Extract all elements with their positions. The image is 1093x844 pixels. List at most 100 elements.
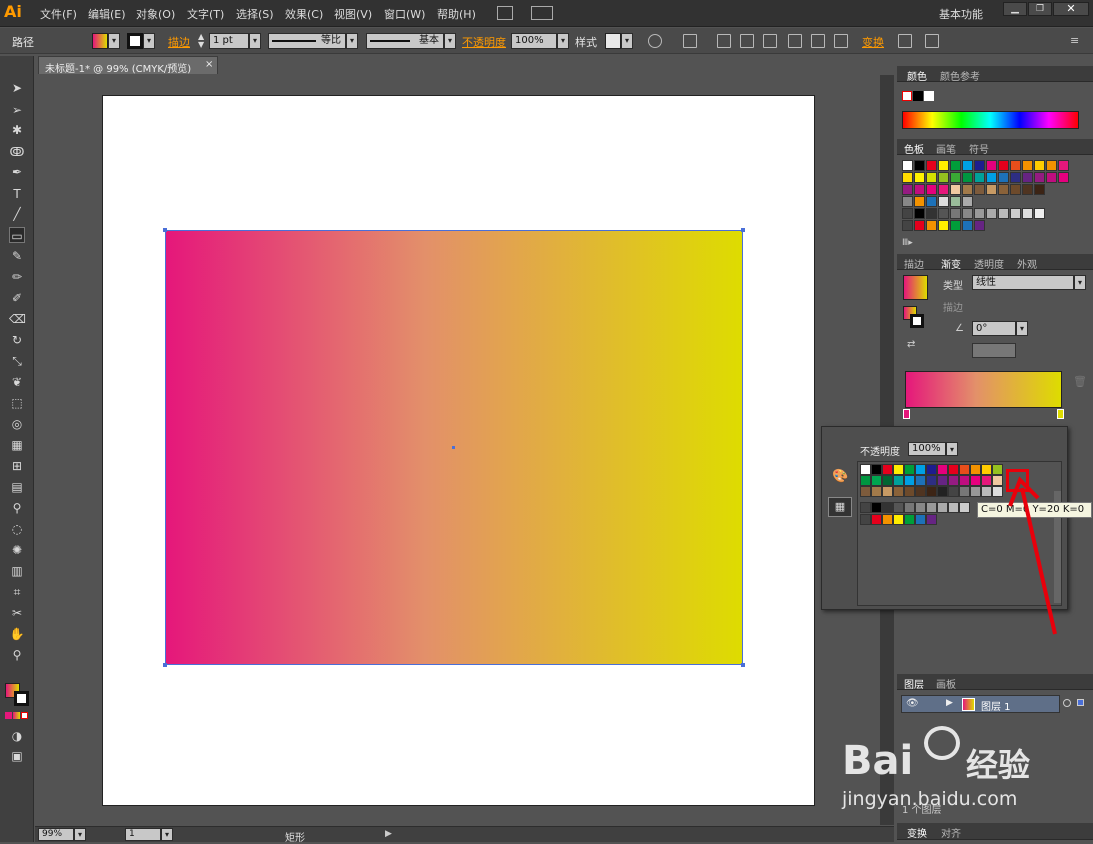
color-swatch[interactable] [926, 172, 937, 183]
color-swatch[interactable] [1046, 172, 1057, 183]
color-swatch[interactable] [1010, 160, 1021, 171]
color-swatch[interactable] [948, 464, 959, 475]
color-swatch[interactable] [860, 514, 871, 525]
color-swatch[interactable] [893, 464, 904, 475]
direct-selection-tool-icon[interactable]: ➢ [9, 102, 25, 118]
opacity-link[interactable]: 不透明度 [462, 34, 506, 50]
symbol-sprayer-tool-icon[interactable]: ✺ [9, 542, 25, 558]
menu-object[interactable]: 对象(O) [136, 6, 175, 22]
minimize-button[interactable]: ▁ [1003, 2, 1027, 16]
screen-mode-icon[interactable]: ▣ [9, 748, 25, 764]
blend-tool-icon[interactable]: ◌ [9, 521, 25, 537]
gradient-mode-button[interactable] [13, 712, 20, 719]
color-swatch[interactable] [974, 172, 985, 183]
gradient-stroke-mini-swatch[interactable] [910, 314, 924, 328]
color-swatch[interactable] [902, 208, 913, 219]
color-swatch[interactable] [986, 172, 997, 183]
menu-edit[interactable]: 编辑(E) [88, 6, 126, 22]
control-bar-menu-icon[interactable]: ≡ [1070, 34, 1079, 47]
gradient-aspect-field[interactable] [972, 343, 1016, 358]
color-swatch[interactable] [1022, 208, 1033, 219]
color-swatch[interactable] [937, 475, 948, 486]
stroke-weight-stepper[interactable]: ▲ ▼ [198, 33, 208, 49]
color-swatch[interactable] [938, 220, 949, 231]
color-swatch[interactable] [959, 464, 970, 475]
color-swatch[interactable] [926, 184, 937, 195]
color-swatch[interactable] [986, 184, 997, 195]
color-swatch[interactable] [962, 172, 973, 183]
gradient-preview-swatch[interactable] [903, 275, 928, 300]
color-swatch[interactable] [937, 502, 948, 513]
bridge-icon[interactable] [497, 6, 513, 20]
color-swatch[interactable] [950, 196, 961, 207]
color-swatch[interactable] [882, 502, 893, 513]
color-swatch[interactable] [937, 464, 948, 475]
color-swatch[interactable] [893, 502, 904, 513]
color-swatch[interactable] [882, 514, 893, 525]
bounding-handle-br[interactable] [741, 663, 745, 667]
color-swatch[interactable] [986, 208, 997, 219]
tab-swatches[interactable]: 色板 [904, 141, 924, 156]
color-swatch[interactable] [986, 160, 997, 171]
status-menu-arrow-icon[interactable]: ▶ [385, 829, 392, 839]
color-swatch[interactable] [938, 172, 949, 183]
gradient-stop-start[interactable] [903, 409, 910, 419]
color-swatch[interactable] [926, 486, 937, 497]
color-swatch[interactable] [915, 475, 926, 486]
menu-file[interactable]: 文件(F) [40, 6, 77, 22]
opacity-field[interactable]: 100% [511, 33, 557, 49]
color-swatch[interactable] [914, 220, 925, 231]
paintbrush-tool-icon[interactable]: ✎ [9, 248, 25, 264]
delete-stop-icon[interactable]: 🗑 [1073, 375, 1087, 388]
align-top-icon[interactable] [788, 34, 802, 48]
tab-color[interactable]: 颜色 [907, 68, 927, 83]
style-dropdown[interactable]: ▾ [621, 33, 633, 49]
color-swatch[interactable] [998, 160, 1009, 171]
color-swatch[interactable] [893, 486, 904, 497]
color-swatch[interactable] [950, 184, 961, 195]
color-swatch[interactable] [962, 208, 973, 219]
color-swatch[interactable] [902, 196, 913, 207]
stroke-weight-dropdown[interactable]: ▾ [249, 33, 261, 49]
profile-dropdown[interactable]: ▾ [346, 33, 358, 49]
stroke-dropdown[interactable]: ▾ [143, 33, 155, 49]
tab-appearance[interactable]: 外观 [1017, 256, 1037, 271]
popup-opacity-dropdown[interactable]: ▾ [946, 442, 958, 456]
color-swatch[interactable] [998, 184, 1009, 195]
bounding-handle-tl[interactable] [163, 228, 167, 232]
eyedropper-tool-icon[interactable]: ⚲ [9, 500, 25, 516]
color-swatch[interactable] [962, 220, 973, 231]
shape-builder-tool-icon[interactable]: ◎ [9, 416, 25, 432]
column-graph-tool-icon[interactable]: ▥ [9, 563, 25, 579]
color-swatch[interactable] [882, 486, 893, 497]
zoom-field[interactable]: 99% [38, 828, 74, 841]
graphic-style-swatch[interactable] [605, 33, 621, 49]
tab-symbols[interactable]: 符号 [969, 141, 989, 156]
tab-stroke[interactable]: 描边 [904, 256, 924, 271]
color-swatch[interactable] [948, 486, 959, 497]
color-swatch[interactable] [926, 160, 937, 171]
color-swatch[interactable] [1034, 172, 1045, 183]
layer-name[interactable]: 图层 1 [981, 698, 1011, 713]
color-swatch[interactable] [860, 475, 871, 486]
color-swatch[interactable] [937, 486, 948, 497]
color-swatch[interactable] [926, 502, 937, 513]
rectangle-tool-icon[interactable]: ▭ [9, 227, 25, 243]
warp-tool-icon[interactable]: ❦ [9, 374, 25, 390]
close-window-button[interactable]: ✕ [1053, 2, 1089, 16]
color-white-swatch[interactable] [924, 91, 934, 101]
color-swatch[interactable] [974, 160, 985, 171]
color-swatch[interactable] [938, 208, 949, 219]
gradient-type-dropdown[interactable]: ▾ [1074, 275, 1086, 290]
stroke-link[interactable]: 描边 [168, 34, 190, 50]
artboard-number-field[interactable]: 1 [125, 828, 161, 841]
menu-effect[interactable]: 效果(C) [285, 6, 323, 22]
color-swatch[interactable] [948, 502, 959, 513]
color-swatch[interactable] [1058, 160, 1069, 171]
color-swatch[interactable] [1010, 172, 1021, 183]
color-swatch[interactable] [981, 475, 992, 486]
lasso-tool-icon[interactable]: ↂ [9, 144, 25, 160]
color-swatch[interactable] [871, 502, 882, 513]
color-swatch[interactable] [1034, 184, 1045, 195]
color-swatch[interactable] [962, 196, 973, 207]
